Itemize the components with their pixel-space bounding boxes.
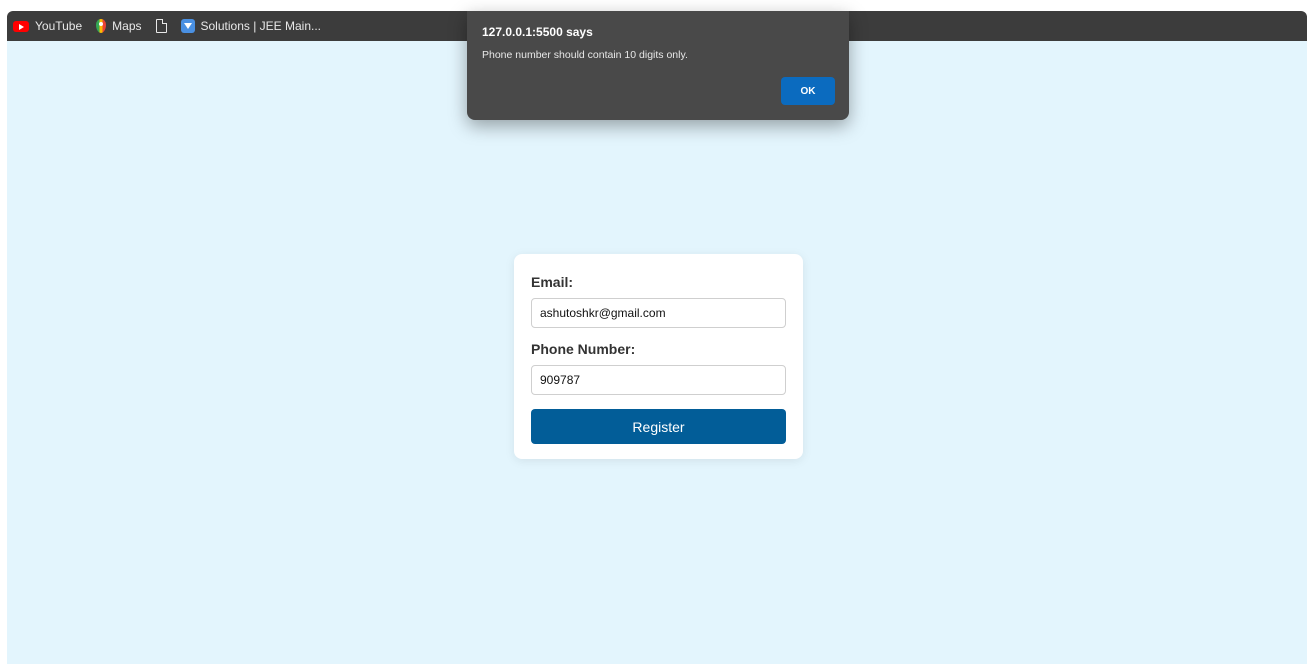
bookmark-document[interactable]: [155, 19, 167, 33]
solutions-icon: [180, 19, 195, 33]
maps-icon: [96, 19, 107, 33]
bookmark-youtube[interactable]: YouTube: [13, 19, 82, 33]
document-icon: [155, 19, 167, 33]
bookmark-solutions[interactable]: Solutions | JEE Main...: [180, 19, 322, 33]
bookmark-label: YouTube: [35, 19, 83, 33]
bookmark-label: Maps: [112, 19, 142, 33]
email-label: Email:: [531, 274, 574, 290]
phone-number-field[interactable]: [531, 365, 786, 395]
alert-message: Phone number should contain 10 digits on…: [482, 49, 688, 61]
youtube-icon: [13, 20, 29, 32]
window-top-edge: [0, 0, 1311, 11]
bookmark-maps[interactable]: Maps: [96, 19, 142, 33]
phone-label: Phone Number:: [531, 341, 636, 357]
browser-window: YouTube Maps Solutions | JEE Main... Ema…: [0, 0, 1311, 664]
alert-dialog: 127.0.0.1:5500 says Phone number should …: [467, 11, 849, 120]
page-viewport: Email: Phone Number: Register: [7, 41, 1307, 664]
alert-ok-button[interactable]: OK: [781, 77, 835, 105]
register-button[interactable]: Register: [531, 409, 786, 444]
alert-title: 127.0.0.1:5500 says: [482, 25, 593, 39]
registration-form: Email: Phone Number: Register: [514, 254, 803, 459]
email-field[interactable]: [531, 298, 786, 328]
bookmark-label: Solutions | JEE Main...: [200, 19, 322, 33]
